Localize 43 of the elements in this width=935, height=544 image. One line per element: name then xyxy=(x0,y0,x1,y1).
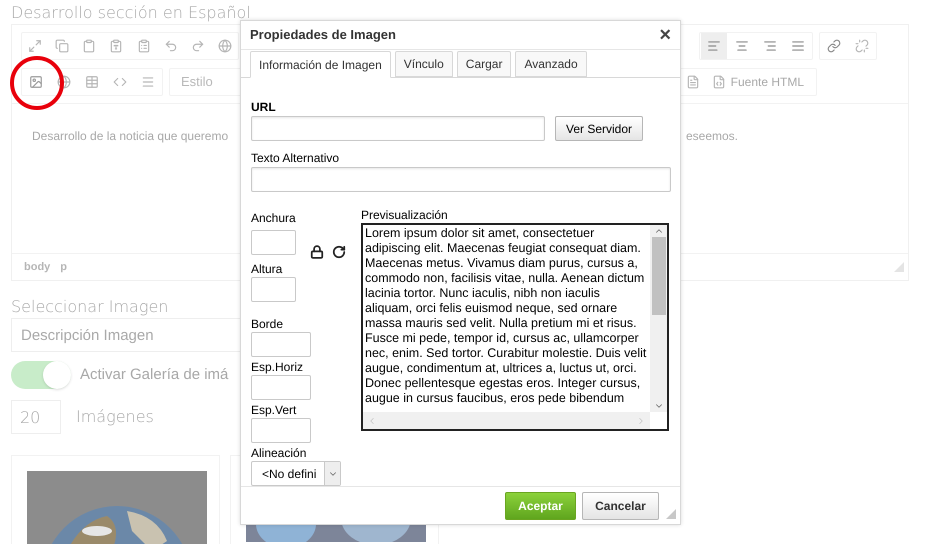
dialog-tab[interactable]: Información de Imagen xyxy=(250,51,391,78)
field-label: Altura xyxy=(251,262,284,276)
dialog-tab[interactable]: Avanzado xyxy=(515,51,587,78)
reset-size-icon[interactable] xyxy=(332,245,346,260)
horizontal-scrollbar[interactable] xyxy=(363,412,650,430)
highlight-circle xyxy=(8,54,66,112)
field-label: Previsualización xyxy=(361,208,449,222)
count-label: Imágenes xyxy=(76,406,154,428)
field-label: Esp.Horiz xyxy=(251,360,304,374)
resize-grip-icon[interactable] xyxy=(894,262,904,272)
dialog-tab[interactable]: Cargar xyxy=(456,51,512,78)
toggle-label: Activar Galería de imá xyxy=(80,364,228,385)
dimension-field[interactable] xyxy=(251,277,296,302)
url-field[interactable] xyxy=(251,116,545,142)
field-label: Anchura xyxy=(251,211,297,226)
dimension-field[interactable] xyxy=(251,418,311,444)
browse-button[interactable]: Ver Servidor xyxy=(555,116,644,142)
section-title: Desarrollo sección en Español xyxy=(11,3,252,23)
field-label: Esp.Vert xyxy=(251,403,298,418)
dialog-tab[interactable]: Vínculo xyxy=(394,51,453,78)
field-label: URL xyxy=(251,100,277,114)
close-button[interactable]: × xyxy=(659,25,671,46)
field-label: Borde xyxy=(251,317,284,332)
field-label: Alineación xyxy=(251,446,308,460)
dimension-field[interactable] xyxy=(251,230,296,256)
image-card[interactable] xyxy=(11,455,220,544)
editor-text: eseemos. xyxy=(686,128,738,145)
lock-icon[interactable] xyxy=(310,245,324,260)
dialog-title: Propiedades de Imagen xyxy=(250,26,396,44)
preview-text: Lorem ipsum dolor sit amet, consectetuer adipiscing elit. Maecenas feugiat consequat diam. Maecenas metus. Vivamus diam purus, cursus a, commodo non, facilisis vitae, nulla. Aenean dictum lacinia tortor. Nunc iaculis, nibh non iaculis aliquam, orci felis euismod neque, sed ornare massa mauris sed velit. Nulla pretium mi et risus. Fusce mi pede, tempor id, cursus ac, ullamcorper nec, enim. Sed tortor. Curabitur molestie. Duis velit augue, condimentum at, ultrices a, luctus ut, orci. Donec pellentesque egestas eros. Integer cursus, augue in cursus faucibus, eros pede bibendum xyxy=(365,226,646,406)
alignment-select[interactable]: <No defini xyxy=(251,461,341,486)
field-label: Texto Alternativo xyxy=(251,151,340,166)
dimension-field[interactable] xyxy=(251,375,311,400)
code-file-icon xyxy=(712,75,726,89)
editor-text: Desarrollo de la noticia que queremo xyxy=(32,128,228,145)
section-label: Seleccionar Imagen xyxy=(11,297,168,317)
resize-grip-icon[interactable] xyxy=(666,508,676,519)
dimension-field[interactable] xyxy=(251,332,311,358)
alt-text-field[interactable] xyxy=(251,167,671,192)
cancel-button[interactable]: Cancelar xyxy=(582,492,659,520)
vertical-scrollbar[interactable] xyxy=(650,225,667,412)
align-icon[interactable] xyxy=(701,33,727,59)
gallery-toggle[interactable] xyxy=(11,361,71,389)
